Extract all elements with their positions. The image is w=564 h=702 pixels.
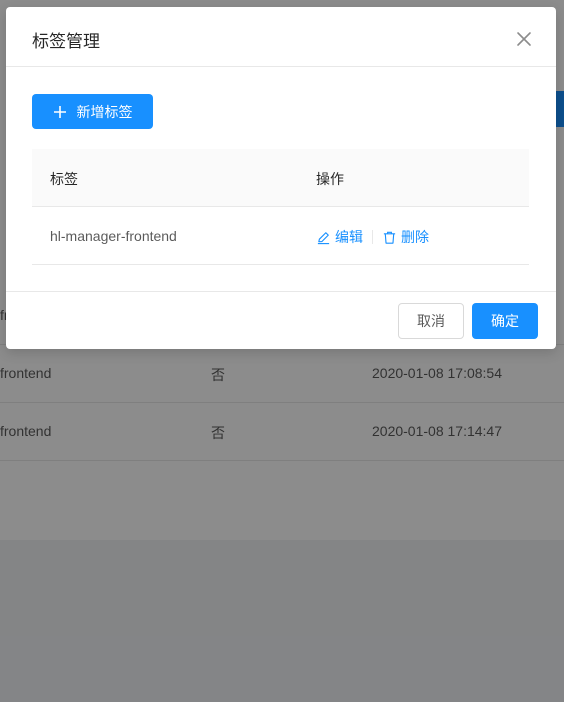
close-icon	[517, 32, 531, 46]
close-button[interactable]	[512, 27, 536, 51]
cancel-button[interactable]: 取消	[398, 303, 464, 339]
delete-link[interactable]: 删除	[382, 227, 429, 247]
modal-title: 标签管理	[32, 32, 100, 51]
edit-icon	[317, 231, 330, 244]
column-header-tag: 标签	[50, 171, 78, 187]
modal-header: 标签管理	[6, 7, 556, 67]
add-tag-button-label: 新增标签	[76, 103, 133, 120]
table-header: 标签 操作	[32, 149, 529, 207]
tag-name-cell: hl-manager-frontend	[50, 228, 177, 244]
edit-link-label: 编辑	[335, 229, 363, 245]
modal-footer: 取消 确定	[6, 291, 556, 350]
confirm-button[interactable]: 确定	[472, 303, 538, 339]
action-divider	[372, 230, 373, 244]
tag-management-modal: 标签管理 新增标签 标签 操作 hl-manager-frontend 编辑 删…	[6, 7, 556, 349]
column-header-action: 操作	[316, 171, 344, 187]
delete-link-label: 删除	[401, 229, 429, 245]
table-row: hl-manager-frontend 编辑 删除	[32, 207, 529, 265]
plus-icon	[53, 105, 66, 118]
delete-icon	[383, 231, 396, 244]
edit-link[interactable]: 编辑	[316, 227, 363, 247]
tag-table: 标签 操作 hl-manager-frontend 编辑 删除	[32, 149, 529, 265]
row-actions: 编辑 删除	[316, 227, 429, 247]
add-tag-button[interactable]: 新增标签	[32, 94, 153, 129]
